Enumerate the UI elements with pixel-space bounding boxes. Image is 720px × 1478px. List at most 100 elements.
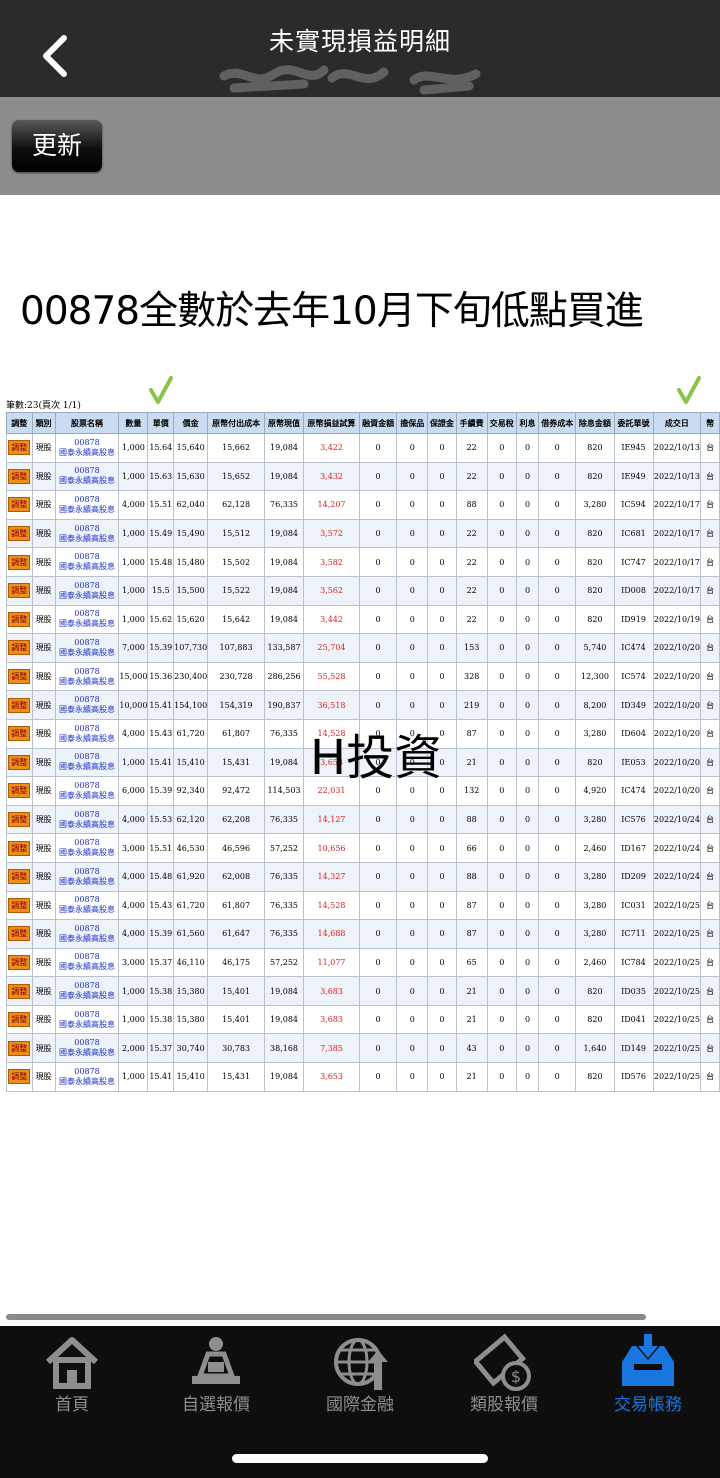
adjust-button[interactable]: 調整	[8, 812, 31, 828]
table-row[interactable]: 調整 現股 00878 國泰永續高股息 4,000 15.43 61,720 61,807 76…	[6, 890, 720, 921]
stock-name-cell[interactable]: 00878 國泰永續高股息	[54, 1004, 120, 1035]
stock-name-link[interactable]: 國泰永續高股息	[56, 562, 118, 572]
table-row[interactable]: 調整 現股 00878 國泰永續高股息 4,000 15.39 61,560 61,647 76…	[6, 919, 720, 949]
table-row[interactable]: 調整 現股 00878 國泰永續高股息 1,000 15.38 15,380 15,401 19…	[6, 1004, 720, 1035]
stock-code-link[interactable]: 00878	[56, 924, 118, 934]
stock-name-cell[interactable]: 00878 國泰永續高股息	[54, 833, 120, 863]
stock-name-link[interactable]: 國泰永續高股息	[56, 1048, 118, 1058]
stock-name-cell[interactable]: 00878 國泰永續高股息	[54, 1033, 120, 1064]
stock-name-cell[interactable]: 00878 國泰永續高股息	[54, 890, 120, 921]
table-row[interactable]: 調整 現股 00878 國泰永續高股息 1,000 15.62 15,620 15,642 19…	[6, 604, 720, 635]
stock-code-link[interactable]: 00878	[56, 981, 118, 991]
stock-name-cell[interactable]: 00878 國泰永續高股息	[54, 604, 120, 635]
stock-code-link[interactable]: 00878	[56, 667, 118, 677]
adjust-button[interactable]: 調整	[8, 726, 31, 742]
stock-code-link[interactable]: 00878	[56, 524, 118, 534]
adjust-button[interactable]: 調整	[8, 897, 31, 913]
table-row[interactable]: 調整 現股 00878 國泰永續高股息 4,000 15.51 62,040 62,128 76…	[6, 490, 720, 520]
stock-code-link[interactable]: 00878	[56, 1067, 118, 1077]
stock-name-cell[interactable]: 00878 國泰永續高股息	[54, 947, 120, 978]
stock-name-cell[interactable]: 00878 國泰永續高股息	[54, 461, 120, 492]
refresh-button[interactable]: 更新	[12, 120, 102, 172]
stock-name-link[interactable]: 國泰永續高股息	[56, 734, 118, 744]
stock-code-link[interactable]: 00878	[56, 466, 118, 476]
adjust-button[interactable]: 調整	[8, 611, 31, 627]
tab-trading-account[interactable]: 交易帳務	[576, 1326, 720, 1426]
stock-name-link[interactable]: 國泰永續高股息	[56, 534, 118, 544]
stock-name-cell[interactable]: 00878 國泰永續高股息	[54, 718, 120, 749]
adjust-button[interactable]: 調整	[8, 583, 31, 599]
stock-code-link[interactable]: 00878	[56, 1010, 118, 1020]
stock-name-link[interactable]: 國泰永續高股息	[56, 677, 118, 687]
stock-name-link[interactable]: 國泰永續高股息	[56, 476, 118, 486]
adjust-button[interactable]: 調整	[8, 554, 31, 570]
stock-name-cell[interactable]: 00878 國泰永續高股息	[54, 518, 120, 549]
stock-name-cell[interactable]: 00878 國泰永續高股息	[54, 747, 120, 778]
table-row[interactable]: 調整 現股 00878 國泰永續高股息 1,000 15.64 15,640 15,662 19…	[6, 433, 720, 463]
table-row[interactable]: 調整 現股 00878 國泰永續高股息 1,000 15.41 15,410 15,431 19…	[6, 1062, 720, 1092]
stock-code-link[interactable]: 00878	[56, 810, 118, 820]
stock-name-cell[interactable]: 00878 國泰永續高股息	[54, 861, 120, 892]
adjust-button[interactable]: 調整	[8, 869, 31, 885]
stock-code-link[interactable]: 00878	[56, 495, 118, 505]
table-row[interactable]: 調整 現股 00878 國泰永續高股息 1,000 15.49 15,490 15,512 19…	[6, 518, 720, 549]
stock-code-link[interactable]: 00878	[56, 867, 118, 877]
adjust-button[interactable]: 調整	[8, 783, 31, 799]
stock-name-link[interactable]: 國泰永續高股息	[56, 705, 118, 715]
stock-name-cell[interactable]: 00878 國泰永續高股息	[54, 490, 120, 520]
stock-code-link[interactable]: 00878	[56, 838, 118, 848]
stock-name-link[interactable]: 國泰永續高股息	[56, 962, 118, 972]
stock-name-link[interactable]: 國泰永續高股息	[56, 934, 118, 944]
stock-name-link[interactable]: 國泰永續高股息	[56, 905, 118, 915]
table-row[interactable]: 調整 現股 00878 國泰永續高股息 10,000 15.41 154,100 154,31…	[6, 690, 720, 720]
tab-home[interactable]: 首頁	[0, 1326, 144, 1426]
stock-name-link[interactable]: 國泰永續高股息	[56, 591, 118, 601]
stock-name-link[interactable]: 國泰永續高股息	[56, 848, 118, 858]
adjust-button[interactable]: 調整	[8, 1069, 31, 1085]
adjust-button[interactable]: 調整	[8, 983, 31, 999]
stock-code-link[interactable]: 00878	[56, 581, 118, 591]
stock-name-cell[interactable]: 00878 國泰永續高股息	[54, 919, 120, 949]
table-row[interactable]: 調整 現股 00878 國泰永續高股息 7,000 15.39 107,730 107,883…	[6, 633, 720, 663]
table-row[interactable]: 調整 現股 00878 國泰永續高股息 3,000 15.51 46,530 46,596 57…	[6, 833, 720, 863]
stock-name-link[interactable]: 國泰永續高股息	[56, 619, 118, 629]
tab-international[interactable]: 國際金融	[288, 1326, 432, 1426]
stock-name-cell[interactable]: 00878 國泰永續高股息	[54, 547, 120, 577]
stock-name-cell[interactable]: 00878 國泰永續高股息	[54, 776, 120, 806]
adjust-button[interactable]: 調整	[8, 1040, 31, 1056]
adjust-button[interactable]: 調整	[8, 526, 31, 542]
table-row[interactable]: 調整 現股 00878 國泰永續高股息 15,000 15.36 230,400 230,72…	[6, 661, 720, 692]
stock-code-link[interactable]: 00878	[56, 438, 118, 448]
stock-name-cell[interactable]: 00878 國泰永續高股息	[54, 1062, 120, 1092]
stock-name-cell[interactable]: 00878 國泰永續高股息	[54, 661, 120, 692]
stock-code-link[interactable]: 00878	[56, 609, 118, 619]
stock-code-link[interactable]: 00878	[56, 552, 118, 562]
stock-name-link[interactable]: 國泰永續高股息	[56, 762, 118, 772]
adjust-button[interactable]: 調整	[8, 468, 31, 484]
stock-code-link[interactable]: 00878	[56, 752, 118, 762]
stock-name-cell[interactable]: 00878 國泰永續高股息	[54, 575, 120, 606]
stock-name-link[interactable]: 國泰永續高股息	[56, 1020, 118, 1030]
tab-sector-quotes[interactable]: $ 類股報價	[432, 1326, 576, 1426]
adjust-button[interactable]: 調整	[8, 954, 31, 970]
stock-name-link[interactable]: 國泰永續高股息	[56, 791, 118, 801]
stock-name-link[interactable]: 國泰永續高股息	[56, 991, 118, 1001]
stock-name-link[interactable]: 國泰永續高股息	[56, 1077, 118, 1087]
table-row[interactable]: 調整 現股 00878 國泰永續高股息 1,000 15.48 15,480 15,502 19…	[6, 547, 720, 577]
tab-watchlist[interactable]: 自選報價	[144, 1326, 288, 1426]
stock-name-cell[interactable]: 00878 國泰永續高股息	[54, 976, 120, 1006]
table-row[interactable]: 調整 現股 00878 國泰永續高股息 4,000 15.48 61,920 62,008 76…	[6, 861, 720, 892]
adjust-button[interactable]: 調整	[8, 840, 31, 856]
adjust-button[interactable]: 調整	[8, 697, 31, 713]
table-row[interactable]: 調整 現股 00878 國泰永續高股息 2,000 15.37 30,740 30,783 38…	[6, 1033, 720, 1064]
adjust-button[interactable]: 調整	[8, 440, 31, 456]
home-indicator[interactable]	[232, 1454, 488, 1463]
stock-name-cell[interactable]: 00878 國泰永續高股息	[54, 804, 120, 835]
stock-name-cell[interactable]: 00878 國泰永續高股息	[54, 690, 120, 720]
stock-code-link[interactable]: 00878	[56, 638, 118, 648]
adjust-button[interactable]: 調整	[8, 640, 31, 656]
stock-name-link[interactable]: 國泰永續高股息	[56, 448, 118, 458]
adjust-button[interactable]: 調整	[8, 1012, 31, 1028]
stock-name-link[interactable]: 國泰永續高股息	[56, 820, 118, 830]
adjust-button[interactable]: 調整	[8, 497, 31, 513]
